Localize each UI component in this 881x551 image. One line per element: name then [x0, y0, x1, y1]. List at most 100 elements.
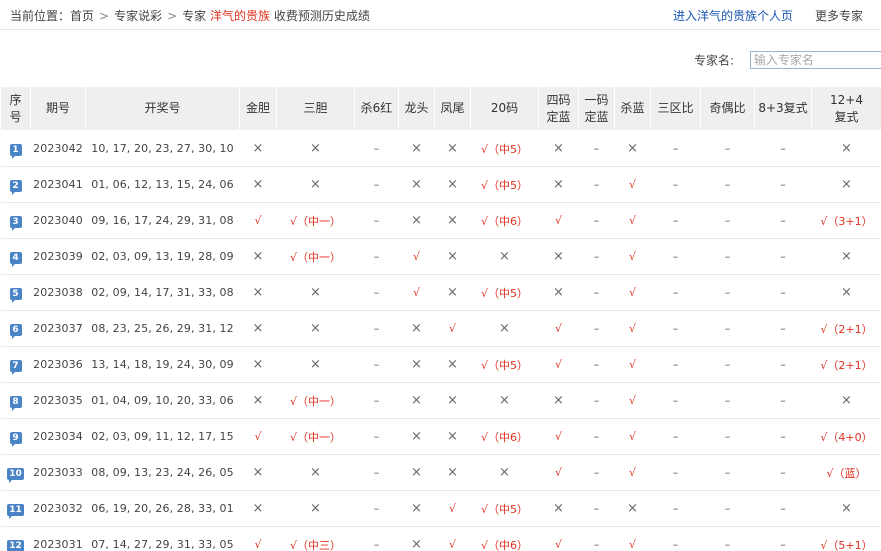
miss-mark: × [411, 429, 422, 444]
result-cell: × [276, 310, 355, 347]
personal-page-link[interactable]: 进入洋气的贵族个人页 [673, 9, 793, 23]
result-cell: – [650, 202, 701, 239]
hit-mark: √（中5） [480, 358, 528, 372]
breadcrumb-experts-link[interactable]: 专家说彩 [114, 9, 162, 23]
result-cell: √ [434, 490, 471, 527]
none-mark: – [373, 142, 380, 155]
result-cell: – [354, 310, 399, 347]
column-header-line: 序 [9, 92, 22, 107]
none-mark: – [373, 214, 380, 227]
result-cell: – [700, 418, 755, 455]
miss-mark: × [841, 393, 852, 408]
draw-numbers-cell: 08, 23, 25, 26, 29, 31, 12 [85, 310, 240, 347]
result-cell: √（中5） [470, 130, 539, 167]
top-links: 进入洋气的贵族个人页 更多专家 [673, 7, 863, 24]
miss-mark: × [252, 465, 264, 480]
column-header: 杀6红 [354, 86, 399, 131]
column-header: 三胆 [276, 86, 355, 131]
row-index-cell: 11 [0, 490, 31, 527]
result-cell: × [538, 130, 579, 167]
more-experts-link[interactable]: 更多专家 [815, 9, 863, 23]
miss-mark: × [499, 465, 510, 480]
result-cell: – [650, 238, 701, 275]
row-number-badge: 2 [9, 179, 22, 195]
result-cell: × [470, 382, 539, 419]
hit-mark: √ [628, 430, 636, 443]
none-mark: – [724, 358, 731, 371]
result-cell: – [578, 202, 615, 239]
result-cell: √ [538, 418, 579, 455]
result-cell: √（4+0） [811, 418, 881, 455]
result-cell: √ [538, 526, 579, 551]
result-cell: √（中三） [276, 526, 355, 551]
result-cell: × [434, 346, 471, 383]
period-cell: 2023031 [30, 526, 86, 551]
result-cell: √ [538, 202, 579, 239]
result-cell: √ [614, 166, 651, 203]
hit-mark: √（中5） [480, 502, 528, 516]
none-mark: – [672, 286, 679, 299]
miss-mark: × [252, 393, 264, 408]
none-mark: – [373, 394, 380, 407]
miss-mark: × [252, 177, 264, 192]
result-cell: × [434, 202, 471, 239]
hit-mark: √ [554, 322, 562, 335]
none-mark: – [780, 430, 786, 443]
period-cell: 2023037 [30, 310, 86, 347]
miss-mark: × [841, 249, 852, 264]
result-cell: √ [538, 346, 579, 383]
result-cell: – [700, 526, 755, 551]
result-cell: √ [614, 274, 651, 311]
column-header: 一码 定蓝 [578, 86, 615, 131]
hit-mark: √ [412, 250, 420, 263]
miss-mark: × [411, 537, 422, 551]
column-header: 三区比 [650, 86, 701, 131]
hit-mark: √（中一） [289, 394, 341, 408]
miss-mark: × [411, 465, 422, 480]
result-cell: – [700, 382, 755, 419]
none-mark: – [672, 322, 679, 335]
miss-mark: × [252, 501, 264, 516]
result-cell: – [700, 310, 755, 347]
result-cell: √ [614, 310, 651, 347]
miss-mark: × [411, 321, 422, 336]
result-cell: – [578, 490, 615, 527]
hit-mark: √（3+1） [820, 214, 873, 228]
hit-mark: √ [628, 466, 636, 479]
hit-mark: √ [628, 394, 636, 407]
miss-mark: × [499, 393, 510, 408]
result-cell: × [434, 454, 471, 491]
column-header: 杀蓝 [614, 86, 651, 131]
period-cell: 2023032 [30, 490, 86, 527]
miss-mark: × [252, 321, 264, 336]
result-cell: √（5+1） [811, 526, 881, 551]
result-cell: √（中5） [470, 346, 539, 383]
expert-name-input[interactable] [749, 51, 881, 69]
result-cell: – [578, 346, 615, 383]
result-cell: × [811, 130, 881, 167]
result-cell: √ [239, 202, 277, 239]
column-header: 12+4 复式 [811, 86, 881, 131]
result-cell: × [434, 382, 471, 419]
hit-mark: √ [628, 214, 636, 227]
none-mark: – [593, 214, 600, 227]
result-cell: – [754, 130, 812, 167]
none-mark: – [593, 250, 600, 263]
miss-mark: × [841, 285, 852, 300]
hit-mark: √（4+0） [820, 430, 873, 444]
breadcrumb-home-link[interactable]: 首页 [70, 9, 94, 23]
draw-numbers-cell: 02, 03, 09, 11, 12, 17, 15 [85, 418, 240, 455]
none-mark: – [593, 358, 600, 371]
result-cell: – [650, 526, 701, 551]
none-mark: – [672, 466, 679, 479]
result-cell: × [239, 274, 277, 311]
result-cell: √（3+1） [811, 202, 881, 239]
result-cell: √ [434, 526, 471, 551]
hit-mark: √ [448, 502, 456, 515]
none-mark: – [373, 502, 380, 515]
result-cell: – [700, 274, 755, 311]
column-header-line: 号 [9, 109, 22, 124]
result-cell: × [239, 490, 277, 527]
miss-mark: × [310, 141, 321, 156]
result-cell: × [276, 490, 355, 527]
